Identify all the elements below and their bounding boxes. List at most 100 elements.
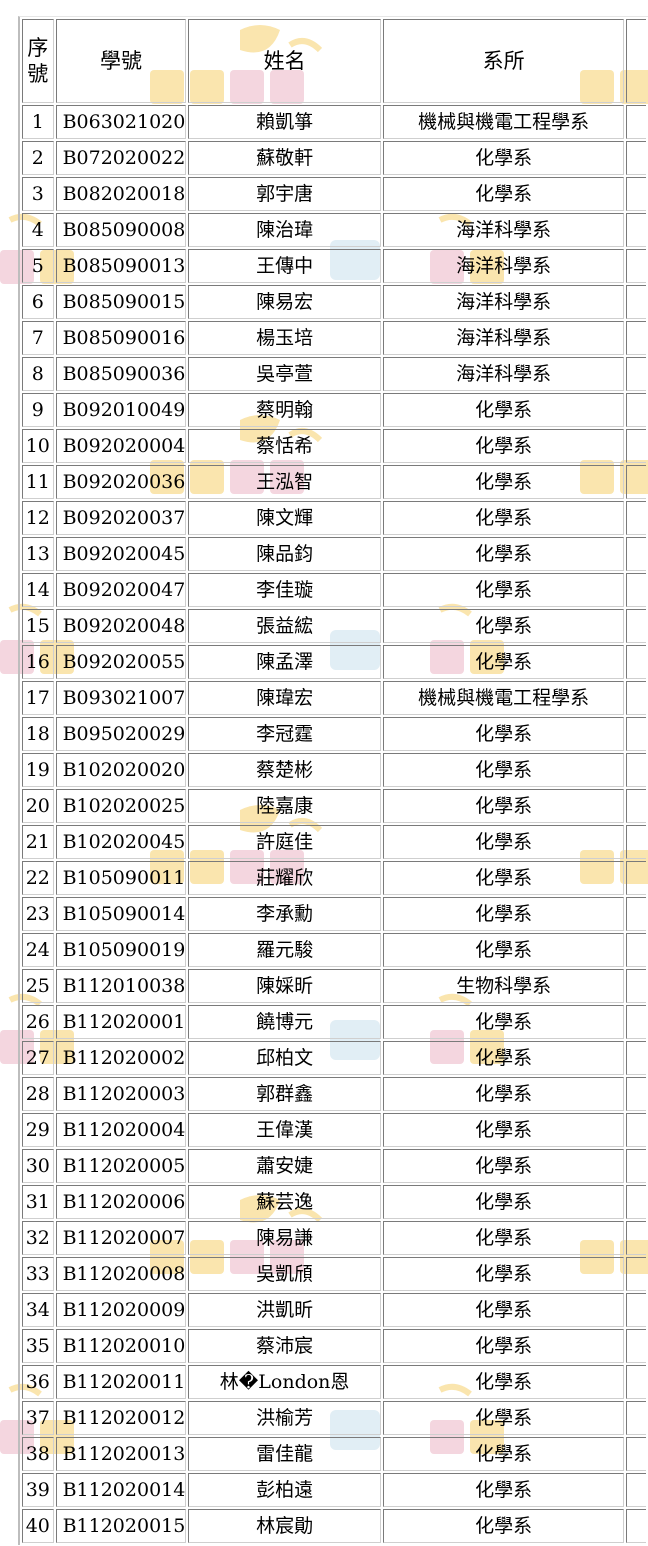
row-dept: 化學系 [382,753,625,787]
row-extra [626,897,646,931]
row-id: B085090008 [55,213,187,247]
row-id: B095020029 [55,717,187,751]
table-row: 31 B112020006 蘇芸逸 化學系 [22,1185,646,1219]
table-row: 32 B112020007 陳易謙 化學系 [22,1221,646,1255]
row-name: 林宸勛 [188,1509,381,1543]
row-name: 莊耀欣 [188,861,381,895]
row-name: 陳孟澤 [188,645,381,679]
table-row: 14 B092020047 李佳璇 化學系 [22,573,646,607]
row-no: 17 [22,681,54,715]
header-dept: 系所 [382,19,625,103]
row-id: B082020018 [55,177,187,211]
row-no: 10 [22,429,54,463]
row-id: B112020010 [55,1329,187,1363]
row-id: B102020020 [55,753,187,787]
row-extra [626,285,646,319]
table-row: 7 B085090016 楊玉培 海洋科學系 [22,321,646,355]
row-name: 許庭佳 [188,825,381,859]
row-no: 19 [22,753,54,787]
row-id: B112010038 [55,969,187,1003]
row-no: 36 [22,1365,54,1399]
row-no: 20 [22,789,54,823]
row-name: 蔡明翰 [188,393,381,427]
row-extra [626,1365,646,1399]
row-no: 26 [22,1005,54,1039]
row-id: B112020015 [55,1509,187,1543]
row-extra [626,861,646,895]
row-id: B112020008 [55,1257,187,1291]
row-no: 2 [22,141,54,175]
row-name: 郭群鑫 [188,1077,381,1111]
row-dept: 化學系 [382,861,625,895]
row-dept: 化學系 [382,537,625,571]
row-id: B112020013 [55,1437,187,1471]
table-row: 36 B112020011 林�London恩 化學系 [22,1365,646,1399]
table-row: 27 B112020002 邱柏文 化學系 [22,1041,646,1075]
table-row: 35 B112020010 蔡沛宸 化學系 [22,1329,646,1363]
row-name: 李承勳 [188,897,381,931]
row-extra [626,1005,646,1039]
row-dept: 化學系 [382,1221,625,1255]
row-id: B102020045 [55,825,187,859]
row-name: 陳易謙 [188,1221,381,1255]
row-no: 39 [22,1473,54,1507]
table-row: 2 B072020022 蘇敬軒 化學系 [22,141,646,175]
row-no: 22 [22,861,54,895]
row-dept: 海洋科學系 [382,321,625,355]
table-row: 9 B092010049 蔡明翰 化學系 [22,393,646,427]
row-name: 彭柏遠 [188,1473,381,1507]
row-name: 王傳中 [188,249,381,283]
row-dept: 化學系 [382,1185,625,1219]
row-name: 洪凱昕 [188,1293,381,1327]
row-name: 陳婇昕 [188,969,381,1003]
row-name: 陳瑋宏 [188,681,381,715]
row-name: 郭宇唐 [188,177,381,211]
row-dept: 化學系 [382,429,625,463]
row-extra [626,177,646,211]
row-extra [626,753,646,787]
row-dept: 海洋科學系 [382,285,625,319]
table-row: 28 B112020003 郭群鑫 化學系 [22,1077,646,1111]
table-row: 1 B063021020 賴凱箏 機械與機電工程學系 [22,105,646,139]
table-row: 8 B085090036 吳亭萱 海洋科學系 [22,357,646,391]
row-no: 13 [22,537,54,571]
table-row: 13 B092020045 陳品鈞 化學系 [22,537,646,571]
row-no: 23 [22,897,54,931]
student-table: 序號 學號 姓名 系所 1 B063021020 賴凱箏 機械與機電工程學系 2 B072… [18,16,648,1545]
row-extra [626,1041,646,1075]
row-name: 陳治瑋 [188,213,381,247]
row-id: B092020045 [55,537,187,571]
row-id: B092020037 [55,501,187,535]
row-name: 饒博元 [188,1005,381,1039]
row-no: 28 [22,1077,54,1111]
table-row: 39 B112020014 彭柏遠 化學系 [22,1473,646,1507]
row-dept: 化學系 [382,1293,625,1327]
row-no: 35 [22,1329,54,1363]
row-dept: 海洋科學系 [382,213,625,247]
table-row: 20 B102020025 陸嘉康 化學系 [22,789,646,823]
row-id: B085090016 [55,321,187,355]
header-row: 序號 學號 姓名 系所 [22,19,646,103]
row-no: 6 [22,285,54,319]
row-dept: 化學系 [382,1437,625,1471]
table-wrapper: 序號 學號 姓名 系所 1 B063021020 賴凱箏 機械與機電工程學系 2 B072… [18,16,648,1545]
row-name: 蘇敬軒 [188,141,381,175]
row-no: 12 [22,501,54,535]
row-no: 34 [22,1293,54,1327]
row-no: 33 [22,1257,54,1291]
table-row: 25 B112010038 陳婇昕 生物科學系 [22,969,646,1003]
row-id: B112020001 [55,1005,187,1039]
row-name: 吳凱頎 [188,1257,381,1291]
row-extra [626,1329,646,1363]
row-extra [626,1257,646,1291]
row-name: 王泓智 [188,465,381,499]
row-name: 王偉漢 [188,1113,381,1147]
table-row: 37 B112020012 洪榆芳 化學系 [22,1401,646,1435]
row-dept: 海洋科學系 [382,249,625,283]
table-row: 6 B085090015 陳易宏 海洋科學系 [22,285,646,319]
table-row: 11 B092020036 王泓智 化學系 [22,465,646,499]
row-dept: 化學系 [382,573,625,607]
row-no: 40 [22,1509,54,1543]
row-dept: 化學系 [382,897,625,931]
row-id: B105090019 [55,933,187,967]
